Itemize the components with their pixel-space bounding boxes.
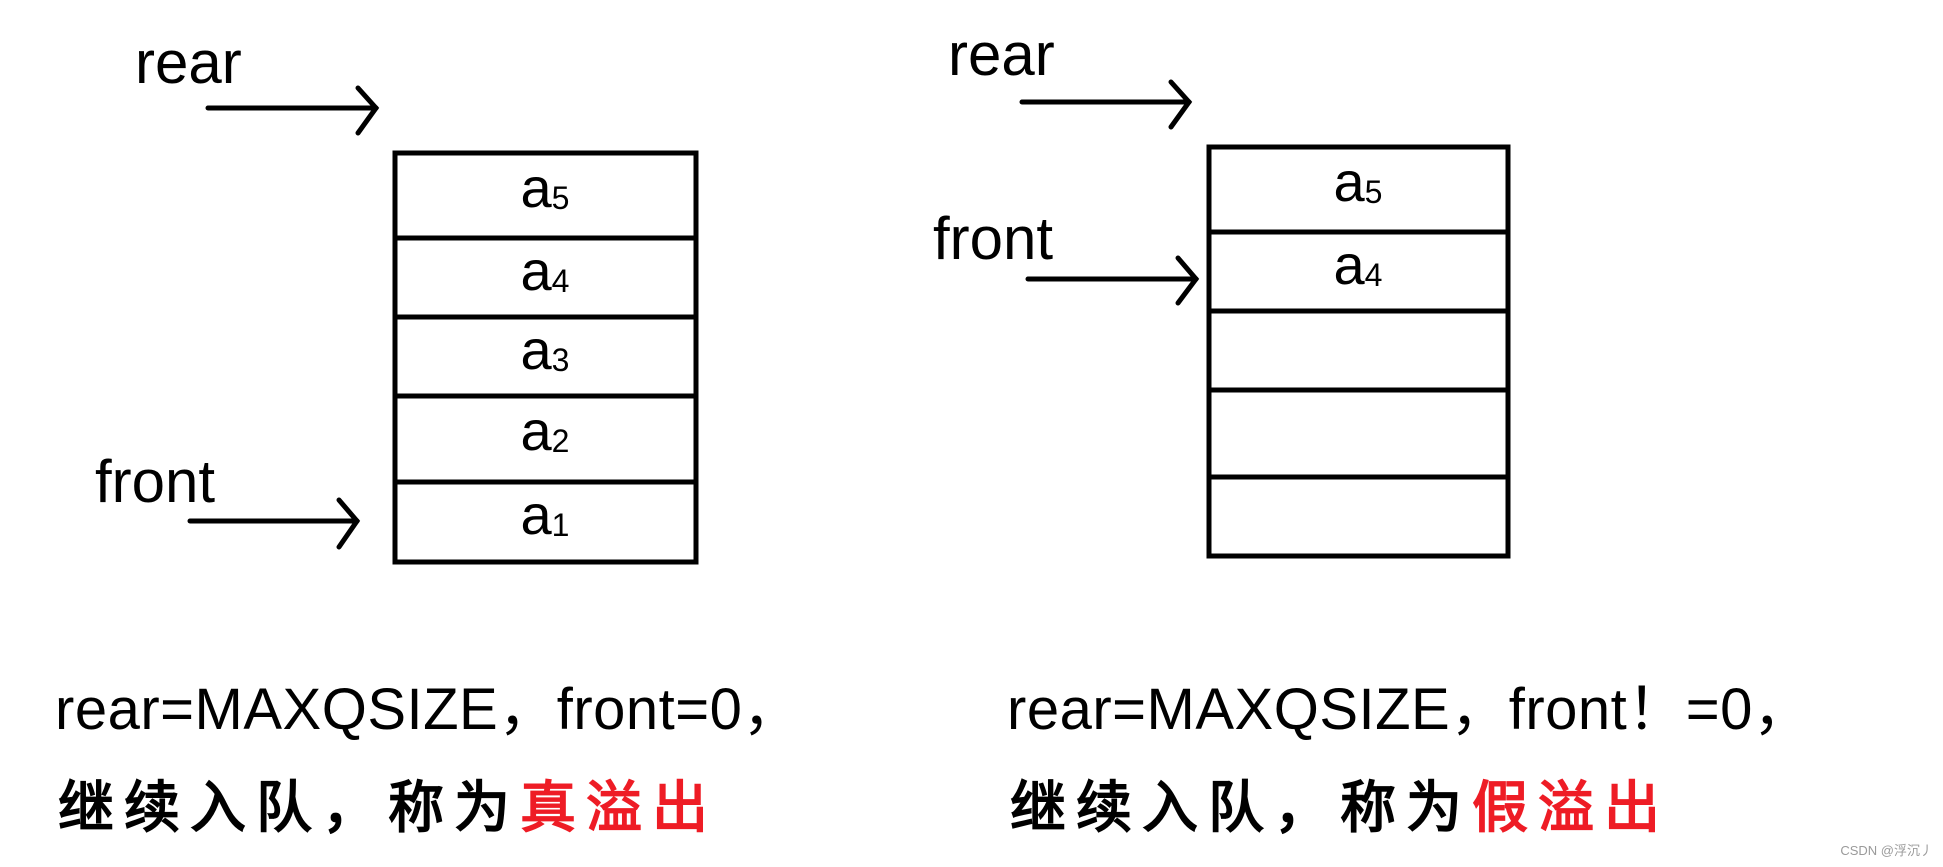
false-overflow-description: 继续入队，称为假溢出: [1010, 763, 1670, 844]
front-label: front: [95, 448, 215, 515]
front-arrow-icon: [1025, 255, 1200, 306]
rear-label: rear: [135, 29, 242, 96]
overflow-term-highlight: 假溢出: [1472, 775, 1670, 841]
queue-box: a5 a4 a3 a2 a1: [392, 150, 699, 565]
true-overflow-queue: rear a5 a4 a3 a2 a1 front: [95, 29, 699, 565]
rear-label: rear: [948, 21, 1055, 88]
rear-arrow-icon: [1019, 79, 1193, 130]
watermark: CSDN @浮沉丿: [1840, 843, 1933, 858]
description-prefix: 继续入队，称为: [1010, 775, 1472, 841]
false-overflow-condition: rear=MAXQSIZE，front！=0，: [1007, 677, 1812, 742]
true-overflow-condition: rear=MAXQSIZE，front=0，: [55, 677, 801, 742]
description-prefix: 继续入队，称为: [58, 775, 520, 841]
overflow-term-highlight: 真溢出: [520, 775, 718, 841]
true-overflow-description: 继续入队，称为真溢出: [58, 763, 718, 844]
front-label: front: [933, 205, 1053, 272]
